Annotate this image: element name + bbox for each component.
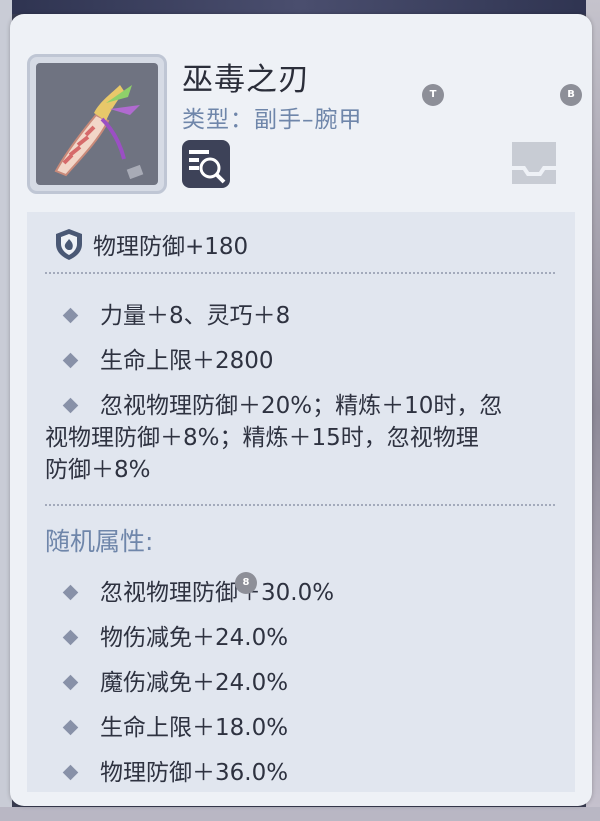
random-stat-row: 魔伤减免＋24.0% — [45, 667, 555, 699]
item-tooltip-panel: 巫毒之刃 类型：副手–腕甲 T B 物理防御+180 力量＋8、灵巧＋8 生命上… — [10, 14, 592, 806]
divider — [45, 272, 555, 274]
special-effect-text: 视物理防御＋8%；精炼＋15时，忽视物理 — [45, 425, 479, 451]
diamond-bullet-icon — [62, 629, 79, 645]
random-stat-text: 魔伤减免＋24.0% — [100, 670, 289, 696]
vodoo-blade-icon — [36, 63, 158, 185]
random-stat-row: 忽视物理防御＋30.0% — [45, 577, 555, 609]
hint-t-button[interactable]: T — [422, 84, 444, 106]
inspect-button[interactable] — [182, 140, 230, 188]
special-effect-line: 视物理防御＋8%；精炼＋15时，忽视物理 — [45, 422, 555, 454]
stat-text: 生命上限＋2800 — [100, 348, 274, 374]
inspect-magnifier-icon — [189, 150, 226, 184]
hint-b-button[interactable]: B — [560, 84, 582, 106]
hint-8-button[interactable]: 8 — [235, 572, 257, 594]
base-stat-label: 物理防御+180 — [93, 234, 249, 260]
random-stat-text: 忽视物理防御＋30.0% — [100, 580, 335, 606]
stat-row: 力量＋8、灵巧＋8 — [45, 300, 555, 332]
diamond-bullet-icon — [62, 719, 79, 735]
item-name: 巫毒之刃 — [182, 62, 310, 98]
divider — [45, 504, 555, 506]
special-effect-text: 忽视物理防御＋20%；精炼＋10时，忽 — [100, 393, 503, 419]
random-stat-text: 物理防御＋36.0% — [100, 760, 289, 786]
special-effect-line: 防御＋8% — [45, 454, 555, 486]
background-top — [0, 0, 600, 14]
random-stat-row: 物理防御＋36.0% — [45, 757, 555, 789]
diamond-bullet-icon — [62, 764, 79, 780]
diamond-bullet-icon — [62, 674, 79, 690]
background-bottom — [0, 807, 600, 821]
diamond-bullet-icon — [62, 397, 79, 413]
random-stat-row: 生命上限＋18.0% — [45, 712, 555, 744]
stats-section: 物理防御+180 力量＋8、灵巧＋8 生命上限＋2800 忽视物理防御＋20%；… — [27, 212, 575, 792]
item-type: 类型：副手–腕甲 — [182, 107, 363, 133]
equipment-slot-icon[interactable] — [508, 138, 560, 188]
random-stat-text: 生命上限＋18.0% — [100, 715, 289, 741]
special-effect-line: 忽视物理防御＋20%；精炼＋10时，忽 — [45, 390, 555, 422]
random-stat-row: 物伤减免＋24.0% — [45, 622, 555, 654]
random-stat-text: 物伤减免＋24.0% — [100, 625, 289, 651]
base-stat-row: 物理防御+180 — [51, 226, 248, 262]
diamond-bullet-icon — [62, 352, 79, 368]
stat-text: 力量＋8、灵巧＋8 — [100, 303, 291, 329]
diamond-bullet-icon — [62, 307, 79, 323]
item-frame[interactable] — [27, 54, 167, 194]
diamond-bullet-icon — [62, 584, 79, 600]
random-attributes-label: 随机属性: — [45, 527, 154, 556]
special-effect-text: 防御＋8% — [45, 457, 151, 483]
shield-icon — [56, 229, 82, 260]
stat-row: 生命上限＋2800 — [45, 345, 555, 377]
